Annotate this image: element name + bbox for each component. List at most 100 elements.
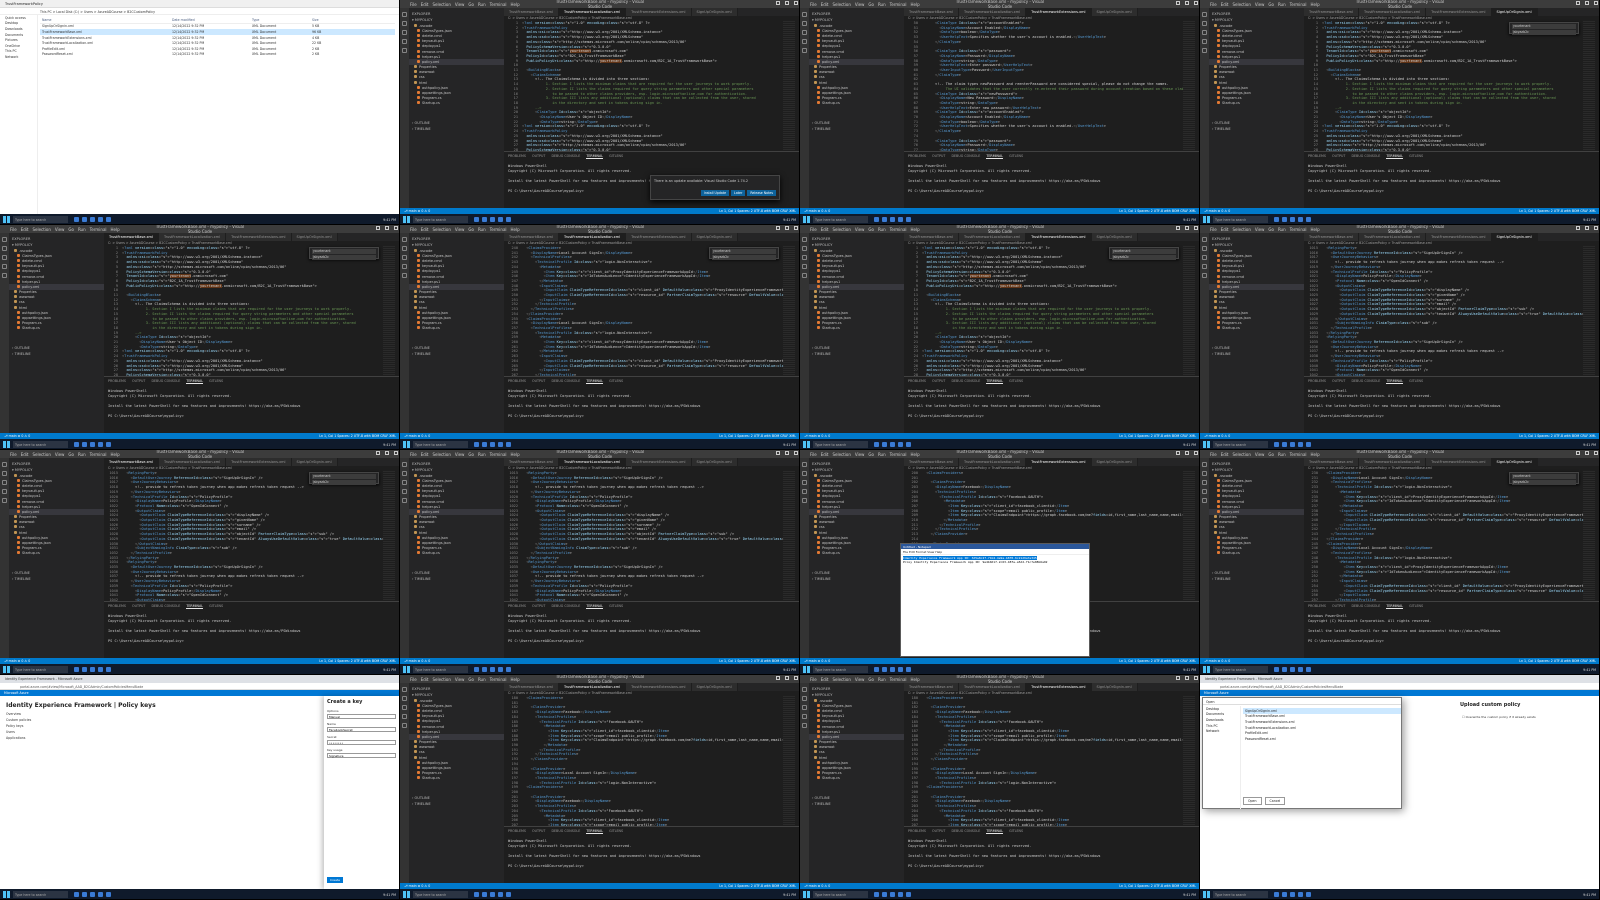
edge-icon[interactable] xyxy=(1282,442,1287,447)
close-button[interactable] xyxy=(1594,451,1598,455)
files-icon[interactable] xyxy=(402,237,407,242)
column-header[interactable]: Type xyxy=(252,18,312,22)
tab-trustframeworkbase-xml[interactable]: TrustFrameworkBase.xml xyxy=(504,458,559,466)
taskbar-search[interactable]: Type here to search xyxy=(413,666,468,673)
search-icon[interactable] xyxy=(402,246,407,251)
menu-item-view[interactable]: View xyxy=(455,227,465,232)
menu-item-file[interactable]: File xyxy=(10,227,17,232)
menu-item-run[interactable]: Run xyxy=(1278,2,1286,7)
tab-trustframeworkextensions-xml[interactable]: TrustFrameworkExtensions.xml xyxy=(1426,8,1492,16)
terminal-output[interactable]: Windows PowerShell Copyright (C) Microso… xyxy=(104,386,399,422)
run-debug-icon[interactable] xyxy=(402,714,407,719)
terminal-output[interactable]: Windows PowerShell Copyright (C) Microso… xyxy=(504,611,799,647)
search-icon[interactable] xyxy=(1202,246,1207,251)
menu-item-file[interactable]: File xyxy=(1210,2,1217,7)
menu-item-run[interactable]: Run xyxy=(878,677,886,682)
field-input[interactable]: Manual xyxy=(327,714,396,719)
panel-tab-debug-console[interactable]: DEBUG CONSOLE xyxy=(951,379,980,384)
windows-start-icon[interactable] xyxy=(803,441,810,448)
vscode-icon[interactable] xyxy=(1298,217,1303,222)
tab-trustframeworkbase-xml[interactable]: TrustFrameworkBase.xml xyxy=(1304,233,1359,241)
explorer-icon[interactable] xyxy=(890,442,895,447)
menu-item-help[interactable]: Help xyxy=(1311,452,1320,457)
code-editor[interactable]: 240 <ClaimsProvider> 241 <DisplayName>Loc… xyxy=(504,246,785,376)
panel-tab-output[interactable]: OUTPUT xyxy=(532,604,545,609)
tab-signuporsignin-xml[interactable]: SignUpOrSignin.xml xyxy=(291,233,338,241)
menu-item-file[interactable]: File xyxy=(10,452,17,457)
url-bar[interactable]: portal.azure.com/#view/Microsoft_AAD_B2C… xyxy=(0,683,399,690)
maximize-button[interactable] xyxy=(785,226,789,230)
browser-tab[interactable]: Identity Experience Framework - Microsof… xyxy=(1200,675,1599,683)
search-icon[interactable] xyxy=(802,246,807,251)
tab-trustframeworklocalization-xml[interactable]: TrustFrameworkLocalization.xml xyxy=(1358,458,1427,466)
taskbar-search[interactable]: Type here to search xyxy=(13,891,68,898)
menu-item-file[interactable]: File xyxy=(810,452,817,457)
source-control-icon[interactable] xyxy=(802,255,807,260)
close-button[interactable] xyxy=(794,676,798,680)
status-left[interactable]: ⎇ main ⊗ 0 ⚠ 0 xyxy=(4,659,30,663)
status-left[interactable]: ⎇ main ⊗ 0 ⚠ 0 xyxy=(1204,209,1230,213)
panel-tab-gitlens[interactable]: GITLENS xyxy=(1009,379,1023,384)
panel-tab-output[interactable]: OUTPUT xyxy=(1332,154,1345,159)
close-button[interactable] xyxy=(794,1,798,5)
menu-item-edit[interactable]: Edit xyxy=(821,452,829,457)
edge-icon[interactable] xyxy=(482,892,487,897)
vscode-icon[interactable] xyxy=(898,892,903,897)
search-icon[interactable] xyxy=(1202,21,1207,26)
panel-tab-output[interactable]: OUTPUT xyxy=(132,379,145,384)
panel-tab-output[interactable]: OUTPUT xyxy=(532,379,545,384)
menu-item-edit[interactable]: Edit xyxy=(821,2,829,7)
terminal-output[interactable]: Windows PowerShell Copyright (C) Microso… xyxy=(504,386,799,422)
overwrite-checkbox[interactable]: ☐ Overwrite the custom policy if it alre… xyxy=(1462,715,1536,719)
tab-trustframeworklocalization-xml[interactable]: TrustFrameworkLocalization.xml xyxy=(558,8,627,16)
files-icon[interactable] xyxy=(1202,462,1207,467)
menu-item-go[interactable]: Go xyxy=(468,452,474,457)
tab-trustframeworkbase-xml[interactable]: TrustFrameworkBase.xml xyxy=(504,233,559,241)
tab-trustframeworkextensions-xml[interactable]: TrustFrameworkExtensions.xml xyxy=(626,683,692,691)
minimap[interactable] xyxy=(1183,471,1195,601)
task-view-icon[interactable] xyxy=(874,892,879,897)
tab-trustframeworkbase-xml[interactable]: TrustFrameworkBase.xml xyxy=(504,8,559,16)
task-view-icon[interactable] xyxy=(474,442,479,447)
menu-item-selection[interactable]: Selection xyxy=(432,452,450,457)
sidebar-item[interactable]: Startup.cs xyxy=(409,101,504,106)
status-left[interactable]: ⎇ main ⊗ 0 ⚠ 0 xyxy=(804,434,830,438)
tab-signuporsignin-xml[interactable]: SignUpOrSignin.xml xyxy=(291,458,338,466)
tab-trustframeworklocalization-xml[interactable]: TrustFrameworkLocalization.xml xyxy=(558,458,627,466)
terminal-output[interactable]: Windows PowerShell Copyright (C) Microso… xyxy=(104,611,399,647)
panel-tab-problems[interactable]: PROBLEMS xyxy=(1308,154,1326,159)
extensions-icon[interactable] xyxy=(2,273,7,278)
menu-item-terminal[interactable]: Terminal xyxy=(1290,2,1307,7)
panel-tab-terminal[interactable]: TERMINAL xyxy=(586,154,604,159)
explorer-icon[interactable] xyxy=(490,667,495,672)
file-row[interactable]: ProfileEdit.xml 12/14/2022 9:32 PM XML Doc… xyxy=(40,46,395,52)
tab-trustframeworklocalization-xml[interactable]: TrustFrameworkLocalization.xml xyxy=(958,8,1027,16)
edge-icon[interactable] xyxy=(82,667,87,672)
timeline-header[interactable]: › TIMELINE xyxy=(409,576,504,582)
status-left[interactable]: ⎇ main ⊗ 0 ⚠ 0 xyxy=(1204,659,1230,663)
menu-item-terminal[interactable]: Terminal xyxy=(490,2,507,7)
search-icon[interactable] xyxy=(802,471,807,476)
tab-trustframeworkextensions-xml[interactable]: TrustFrameworkExtensions.xml xyxy=(1426,458,1492,466)
sidebar-item[interactable]: Startup.cs xyxy=(9,326,104,331)
tab-signuporsignin-xml[interactable]: SignUpOrSignin.xml xyxy=(691,458,738,466)
status-left[interactable]: ⎇ main ⊗ 0 ⚠ 0 xyxy=(404,209,430,213)
tab-trustframeworkextensions-xml[interactable]: TrustFrameworkExtensions.xml xyxy=(626,8,692,16)
dialog-nav-item[interactable]: Network xyxy=(1203,728,1240,734)
tab-trustframeworklocalization-xml[interactable]: TrustFrameworkLocalization.xml xyxy=(958,683,1027,691)
menu-item-edit[interactable]: Edit xyxy=(1221,452,1229,457)
menu-item-go[interactable]: Go xyxy=(468,677,474,682)
panel-tab-terminal[interactable]: TERMINAL xyxy=(586,604,604,609)
close-button[interactable] xyxy=(794,226,798,230)
vscode-icon[interactable] xyxy=(498,442,503,447)
task-view-icon[interactable] xyxy=(474,892,479,897)
panel-tab-problems[interactable]: PROBLEMS xyxy=(108,379,126,384)
panel-tab-problems[interactable]: PROBLEMS xyxy=(1308,604,1326,609)
tab-trustframeworkextensions-xml[interactable]: TrustFrameworkExtensions.xml xyxy=(1026,683,1092,691)
menu-item-terminal[interactable]: Terminal xyxy=(490,677,507,682)
maximize-button[interactable] xyxy=(1185,1,1189,5)
menu-item-run[interactable]: Run xyxy=(478,452,486,457)
status-left[interactable]: ⎇ main ⊗ 0 ⚠ 0 xyxy=(804,659,830,663)
menu-item-file[interactable]: File xyxy=(1210,227,1217,232)
search-icon[interactable] xyxy=(802,696,807,701)
